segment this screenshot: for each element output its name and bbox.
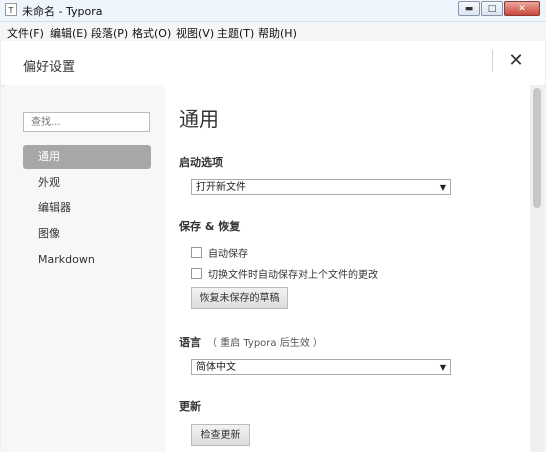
menu-format[interactable]: 格式(O) xyxy=(132,25,171,41)
language-select[interactable]: 简体中文 ▼ xyxy=(191,359,451,375)
language-label: 语言 （ 重启 Typora 后生效 ） xyxy=(179,334,323,350)
sidebar-item-editor[interactable]: 编辑器 xyxy=(23,196,151,220)
dropdown-arrow-icon: ▼ xyxy=(439,183,446,192)
title-bar: T 未命名 - Typora ▬ □ ✕ xyxy=(0,0,546,22)
sidebar-item-image[interactable]: 图像 xyxy=(23,222,151,246)
scroll-thumb[interactable] xyxy=(533,88,541,208)
dropdown-arrow-icon: ▼ xyxy=(439,363,446,372)
startup-label: 启动选项 xyxy=(179,156,223,169)
typora-window: T 未命名 - Typora ▬ □ ✕ 文件(F) 编辑(E) 段落(P) 格… xyxy=(0,0,546,452)
menu-help[interactable]: 帮助(H) xyxy=(258,25,297,41)
sidebar-item-markdown[interactable]: Markdown xyxy=(23,248,151,272)
sidebar-item-general[interactable]: 通用 xyxy=(23,145,151,169)
menu-paragraph[interactable]: 段落(P) xyxy=(91,25,128,41)
autosave-on-switch-label: 切换文件时自动保存对上个文件的更改 xyxy=(208,270,378,281)
check-updates-button[interactable]: 检查更新 xyxy=(191,424,250,446)
language-select-value: 简体中文 xyxy=(196,362,236,373)
save-recover-label: 保存 & 恢复 xyxy=(179,220,241,233)
preferences-body: 通用 外观 编辑器 图像 Markdown 通用 启动选项 打开新文件 ▼ 保存… xyxy=(5,85,530,452)
minimize-icon[interactable]: ▬ xyxy=(458,1,480,16)
search-input[interactable] xyxy=(23,112,150,132)
checkbox-icon[interactable] xyxy=(191,268,202,279)
page-title: 通用 xyxy=(179,107,219,131)
menu-bar: 文件(F) 编辑(E) 段落(P) 格式(O) 视图(V) 主题(T) 帮助(H… xyxy=(0,22,546,41)
autosave-label: 自动保存 xyxy=(208,249,248,260)
header-divider xyxy=(492,50,493,72)
preferences-dialog: 偏好设置 ✕ 通用 外观 编辑器 图像 Markdown 通用 启动选项 打开新… xyxy=(1,41,545,452)
preferences-header: 偏好设置 ✕ xyxy=(1,41,545,86)
menu-edit[interactable]: 编辑(E) xyxy=(50,25,88,41)
autosave-on-switch-checkbox[interactable]: 切换文件时自动保存对上个文件的更改 xyxy=(191,266,378,281)
startup-select[interactable]: 打开新文件 ▼ xyxy=(191,179,451,195)
sidebar-item-appearance[interactable]: 外观 xyxy=(23,171,151,195)
language-note: （ 重启 Typora 后生效 ） xyxy=(207,338,323,349)
typora-app-icon: T xyxy=(5,3,17,16)
scrollbar[interactable] xyxy=(530,85,544,452)
checkbox-icon[interactable] xyxy=(191,247,202,258)
window-controls: ▬ □ ✕ xyxy=(457,1,540,16)
autosave-checkbox[interactable]: 自动保存 xyxy=(191,245,248,260)
menu-file[interactable]: 文件(F) xyxy=(7,25,44,41)
preferences-title: 偏好设置 xyxy=(23,60,76,75)
startup-select-value: 打开新文件 xyxy=(196,182,246,193)
close-preferences-icon[interactable]: ✕ xyxy=(506,50,526,72)
close-icon[interactable]: ✕ xyxy=(504,1,540,16)
window-title: 未命名 - Typora xyxy=(22,5,103,18)
update-label: 更新 xyxy=(179,400,201,413)
menu-view[interactable]: 视图(V) xyxy=(176,25,214,41)
recover-drafts-button[interactable]: 恢复未保存的草稿 xyxy=(191,287,288,309)
language-label-text: 语言 xyxy=(179,336,201,349)
maximize-icon[interactable]: □ xyxy=(481,1,503,16)
general-settings: 通用 启动选项 打开新文件 ▼ 保存 & 恢复 自动保存 切换文件时自动保存对上… xyxy=(165,85,530,452)
preferences-sidebar: 通用 外观 编辑器 图像 Markdown xyxy=(5,85,165,452)
menu-theme[interactable]: 主题(T) xyxy=(217,25,254,41)
